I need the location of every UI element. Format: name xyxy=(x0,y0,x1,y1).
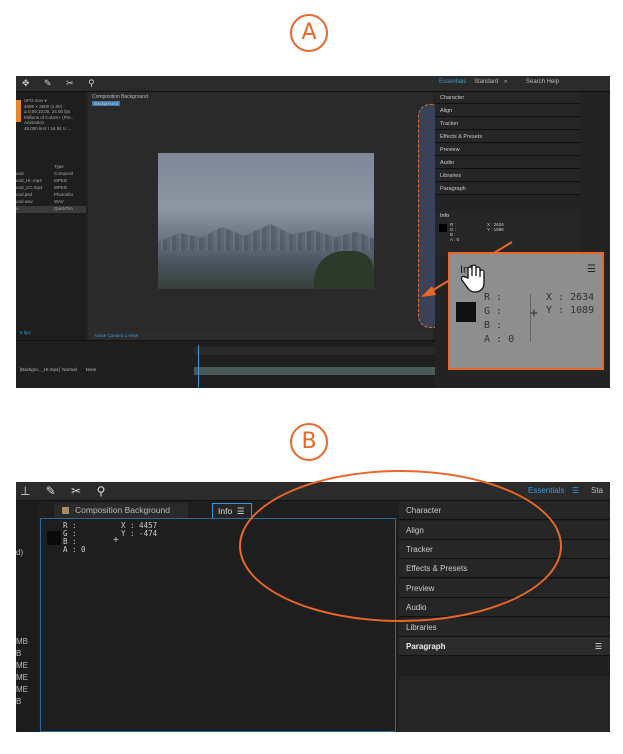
toolbar-tools[interactable]: ✥ ✎ ✂ ⚲ xyxy=(22,78,101,89)
info-panel-small: Info R :G :B :A : 0 X : 2634 Y : 1089 xyxy=(435,211,580,256)
list-item[interactable]: und_HI..mp4 MPEG xyxy=(16,178,86,185)
info-x: X : 2634 xyxy=(546,292,595,303)
highlight-ellipse xyxy=(239,470,562,622)
viewer-controls[interactable]: Active Camera 1 View xyxy=(88,331,433,340)
playhead[interactable] xyxy=(198,345,199,388)
skyline-image xyxy=(158,224,374,251)
info-g: G : xyxy=(484,306,503,317)
paragraph-panel-body xyxy=(399,676,610,732)
hand-cursor-icon xyxy=(460,264,485,293)
workspace-standard[interactable]: Standard xyxy=(474,79,498,85)
project-fragment: MB xyxy=(16,637,28,646)
list-item[interactable]: o QuickTim xyxy=(16,206,86,213)
layer-track[interactable] xyxy=(194,367,435,375)
search-help-input[interactable]: Search Help xyxy=(526,79,559,85)
trees-image xyxy=(314,251,374,289)
panel-menu-icon[interactable]: ☰ xyxy=(587,264,596,275)
list-item[interactable]: und Composit xyxy=(16,171,86,178)
comp-tab-tag[interactable]: Background xyxy=(92,101,121,106)
panel-paragraph[interactable]: Paragraph xyxy=(435,183,580,195)
project-fragment: B xyxy=(16,649,22,658)
composition-panel: Composition Background Background Active… xyxy=(88,92,433,340)
color-swatch xyxy=(47,531,61,545)
toolbar: ✥ ✎ ✂ ⚲ Essentials Standard » Search Hel… xyxy=(16,76,610,92)
project-panel: d) MB B ME ME ME B xyxy=(16,501,38,732)
list-item[interactable]: und.psd Photosho xyxy=(16,192,86,199)
panel-menu-icon[interactable]: ☰ xyxy=(595,637,602,656)
tab-info[interactable]: Info ☰ xyxy=(212,503,252,518)
info-r: R : xyxy=(484,292,503,303)
panel-align[interactable]: Align xyxy=(435,105,580,117)
info-title: Info xyxy=(440,213,450,219)
list-item[interactable]: und.wav WAV xyxy=(16,199,86,206)
more-workspaces-icon[interactable]: » xyxy=(504,79,507,85)
info-y: Y : -474 xyxy=(121,529,158,538)
workspace-essentials[interactable]: Essentials xyxy=(528,486,564,495)
step-b-label: B xyxy=(290,423,328,461)
time-ruler[interactable] xyxy=(194,347,435,355)
timeline-panel: [Backgro..._HI.mp4] Normal None xyxy=(16,340,435,388)
tab-composition[interactable]: Composition Background xyxy=(54,503,188,518)
info-rgba: R :G :B :A : 0 xyxy=(450,222,460,242)
panel-character[interactable]: Character xyxy=(435,92,580,104)
panel-tracker[interactable]: Tracker xyxy=(435,118,580,130)
info-y: Y : 1089 xyxy=(546,305,595,316)
panel-audio[interactable]: Audio xyxy=(435,157,580,169)
panel-menu-icon[interactable]: ☰ xyxy=(237,506,245,516)
info-a: A : 0 xyxy=(484,334,515,345)
panel-libraries[interactable]: Libraries xyxy=(435,170,580,182)
workspace-standard[interactable]: Sta xyxy=(591,486,603,495)
crosshair-icon: + xyxy=(113,535,119,546)
project-fragment: B xyxy=(16,697,22,706)
toolbar-tools[interactable]: ⊥ ✎ ✂ ⚲ xyxy=(20,484,111,498)
project-panel: UFO.mov ▾ 4096 × 2600 (1.00) Δ 0;00;10;0… xyxy=(16,92,86,340)
color-swatch xyxy=(439,224,447,232)
timeline-layer[interactable]: [Backgro..._HI.mp4] Normal None xyxy=(20,367,96,372)
color-swatch xyxy=(456,302,476,322)
composition-icon xyxy=(62,507,69,515)
project-meta: UFO.mov ▾ 4096 × 2600 (1.00) Δ 0;00;10;0… xyxy=(24,98,75,131)
panel-paragraph[interactable]: Paragraph ☰ xyxy=(399,637,610,656)
info-a: A : 0 xyxy=(63,545,86,554)
step-a-label: A xyxy=(290,14,328,52)
dock-drop-zone xyxy=(418,104,436,328)
workspace-essentials[interactable]: Essentials xyxy=(439,79,466,85)
workspace-menu-icon[interactable]: ☰ xyxy=(572,486,579,495)
list-item[interactable]: und_CC.mp4 MPEG xyxy=(16,185,86,192)
info-xy: X : 2634 Y : 1089 xyxy=(487,222,504,232)
bpc-indicator[interactable]: 8 bpc xyxy=(20,330,31,335)
panel-effects-presets[interactable]: Effects & Presets xyxy=(435,131,580,143)
project-fragment: d) xyxy=(16,548,24,557)
composition-viewer[interactable] xyxy=(158,153,374,289)
project-fragment: ME xyxy=(16,673,28,682)
project-fragment: ME xyxy=(16,685,28,694)
panel-libraries[interactable]: Libraries xyxy=(399,618,610,637)
project-fragment: ME xyxy=(16,661,28,670)
project-thumbnail xyxy=(16,100,21,122)
crosshair-icon: + xyxy=(530,306,538,321)
project-list: Type und Composit und_HI..mp4 MPEG und_CC.… xyxy=(16,164,86,344)
breadcrumb[interactable]: Composition Background xyxy=(92,94,148,100)
info-b: B : xyxy=(484,320,503,331)
panel-preview[interactable]: Preview xyxy=(435,144,580,156)
project-list-header: Type xyxy=(54,164,64,169)
